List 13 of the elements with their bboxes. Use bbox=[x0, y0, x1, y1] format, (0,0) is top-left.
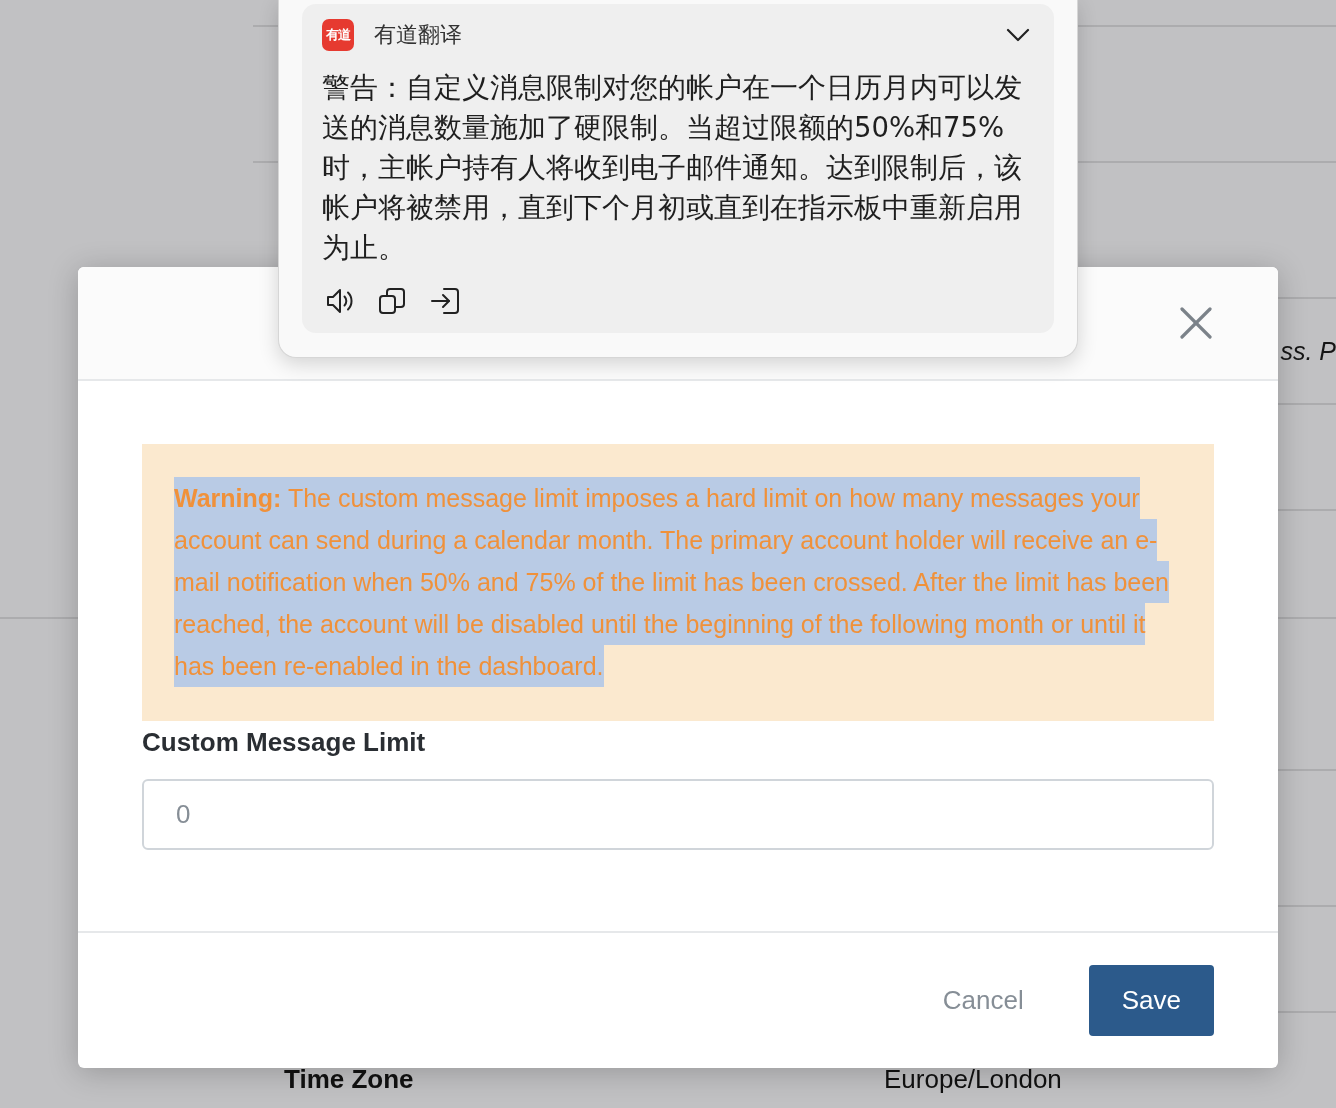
setting-value: Europe/London bbox=[884, 1063, 1062, 1095]
app-logo: 有道 bbox=[322, 19, 354, 51]
speaker-icon[interactable] bbox=[326, 287, 354, 315]
setting-label: Time Zone bbox=[284, 1063, 415, 1095]
note-text: ss. P bbox=[1280, 336, 1336, 366]
copy-icon[interactable] bbox=[378, 287, 406, 315]
message-limit-field[interactable]: 0 bbox=[142, 779, 1214, 850]
save-button[interactable]: Save bbox=[1088, 965, 1214, 1036]
chevron-down-icon[interactable] bbox=[1006, 28, 1030, 42]
app-title: 有道翻译 bbox=[374, 21, 462, 49]
field-label: Custom Message Limit bbox=[142, 726, 427, 759]
translation-text: 警告：自定义消息限制对您的帐户在一个日历月内可以发送的消息数量施加了硬限制。当超过限额的50%和75%时，主帐户持有人将收到电子邮件通知。达到限制后，该帐户将被禁用，直到下个月初或直到在指示板中重新启用为止。 bbox=[322, 70, 1022, 265]
close-icon[interactable] bbox=[1180, 307, 1212, 339]
